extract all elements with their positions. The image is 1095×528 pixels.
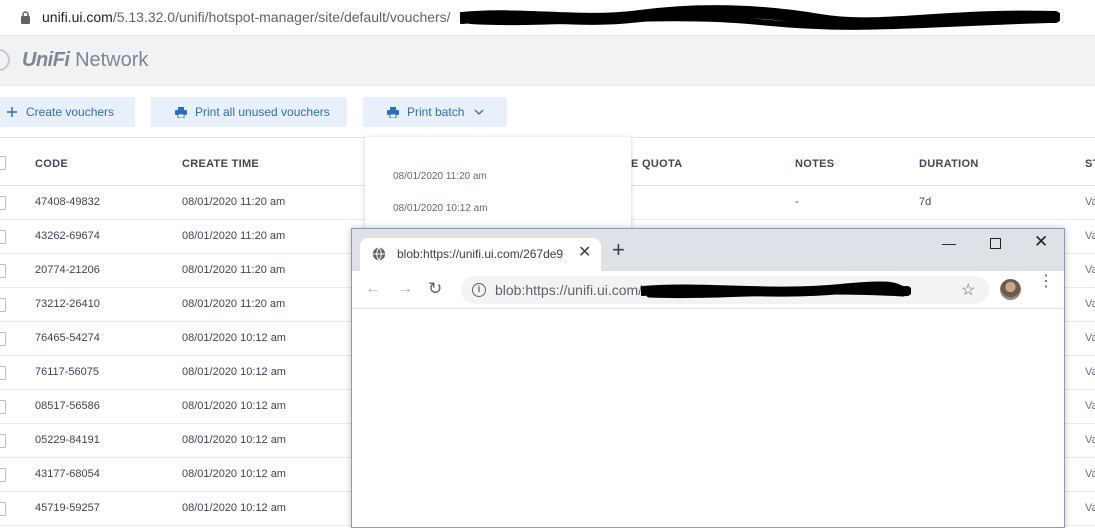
row-checkbox[interactable]: [0, 502, 6, 516]
voucher-code: 73212-26410: [35, 298, 100, 310]
col-status[interactable]: ST: [1085, 158, 1095, 170]
col-create-time[interactable]: CREATE TIME: [182, 158, 259, 170]
url-host: unifi.ui.com: [42, 9, 113, 25]
status-cell: Va: [1085, 434, 1095, 446]
status-cell: Va: [1085, 230, 1095, 242]
window-close-icon[interactable]: ✕: [1034, 232, 1048, 252]
voucher-toolbar: Create vouchers Print all unused voucher…: [0, 86, 1095, 136]
back-arrow-icon[interactable]: ←: [365, 280, 381, 298]
voucher-code: 08517-56586: [35, 400, 100, 412]
col-notes[interactable]: NOTES: [795, 158, 834, 170]
row-checkbox[interactable]: [0, 298, 6, 312]
popup-url: blob:https://unifi.ui.com/: [495, 282, 643, 298]
create-time: 08/01/2020 10:12 am: [182, 502, 286, 514]
row-checkbox[interactable]: [0, 400, 6, 414]
voucher-code: 45719-59257: [35, 502, 100, 514]
create-time: 08/01/2020 10:12 am: [182, 400, 286, 412]
new-tab-icon[interactable]: +: [612, 239, 625, 261]
logo-product: Network: [75, 49, 149, 71]
minimize-icon[interactable]: —: [942, 235, 956, 251]
row-checkbox[interactable]: [0, 434, 6, 448]
forward-arrow-icon[interactable]: →: [397, 280, 413, 298]
lock-icon: [21, 11, 30, 24]
create-vouchers-button[interactable]: Create vouchers: [0, 97, 135, 127]
select-all-checkbox[interactable]: [0, 156, 6, 170]
col-code[interactable]: CODE: [35, 158, 68, 170]
print-all-unused-button[interactable]: Print all unused vouchers: [151, 97, 347, 127]
maximize-icon[interactable]: [990, 238, 1001, 249]
voucher-code: 20774-21206: [35, 264, 100, 276]
status-cell: Va: [1085, 298, 1095, 310]
row-checkbox[interactable]: [0, 468, 6, 482]
print-batch-dropdown: 08/01/2020 11:20 am 08/01/2020 10:12 am: [365, 137, 631, 237]
info-icon[interactable]: i: [472, 283, 486, 297]
browser-tab[interactable]: blob:https://unifi.ui.com/267de9 ✕: [360, 238, 601, 271]
print-batch-button[interactable]: Print batch: [363, 97, 507, 127]
create-time: 08/01/2020 10:12 am: [182, 434, 286, 446]
url-text[interactable]: unifi.ui.com/5.13.32.0/unifi/hotspot-man…: [42, 9, 451, 25]
close-tab-icon[interactable]: ✕: [578, 242, 591, 262]
status-cell: Va: [1085, 366, 1095, 378]
create-time: 08/01/2020 10:12 am: [182, 468, 286, 480]
print-batch-label: Print batch: [407, 105, 465, 119]
star-icon[interactable]: ☆: [961, 280, 975, 300]
create-time: 08/01/2020 10:12 am: [182, 332, 286, 344]
create-time: 08/01/2020 11:20 am: [182, 298, 286, 310]
tab-strip: blob:https://unifi.ui.com/267de9 ✕ + — ✕: [352, 229, 1064, 271]
duration-cell: 7d: [919, 196, 932, 208]
status-cell: Va: [1085, 468, 1095, 480]
popup-browser-window[interactable]: blob:https://unifi.ui.com/267de9 ✕ + — ✕…: [351, 228, 1065, 528]
plus-icon: [6, 106, 18, 118]
app-header: UniFi Network: [0, 36, 1095, 86]
create-time: 08/01/2020 11:20 am: [182, 196, 286, 208]
voucher-code: 05229-84191: [35, 434, 100, 446]
status-cell: Va: [1085, 400, 1095, 412]
print-all-label: Print all unused vouchers: [195, 105, 330, 119]
create-time: 08/01/2020 10:12 am: [182, 366, 286, 378]
address-bar[interactable]: unifi.ui.com/5.13.32.0/unifi/hotspot-man…: [0, 0, 1095, 36]
row-checkbox[interactable]: [0, 196, 6, 210]
dropdown-item-batch[interactable]: 08/01/2020 11:20 am: [393, 171, 487, 182]
status-cell: Va: [1085, 264, 1095, 276]
redaction-scribble: [641, 281, 911, 299]
status-cell: Va: [1085, 196, 1095, 208]
more-menu-icon[interactable]: ⋮: [1038, 274, 1054, 290]
redaction-scribble: [460, 5, 1060, 30]
notes-cell: -: [795, 196, 799, 208]
voucher-code: 47408-49832: [35, 196, 100, 208]
voucher-code: 43262-69674: [35, 230, 100, 242]
omnibox[interactable]: i blob:https://unifi.ui.com/ ☆: [461, 276, 989, 304]
row-checkbox[interactable]: [0, 332, 6, 346]
avatar[interactable]: [1000, 279, 1021, 300]
row-checkbox[interactable]: [0, 230, 6, 244]
chevron-down-icon: [474, 109, 484, 115]
printer-icon: [175, 106, 187, 118]
globe-icon: [372, 247, 386, 261]
reload-icon[interactable]: ↻: [428, 279, 442, 299]
status-cell: Va: [1085, 332, 1095, 344]
row-checkbox[interactable]: [0, 264, 6, 278]
browser-toolbar: ← → ↻ i blob:https://unifi.ui.com/ ☆ ⋮: [352, 271, 1064, 309]
status-cell: Va: [1085, 502, 1095, 514]
app-logo[interactable]: UniFi Network: [22, 49, 148, 72]
dropdown-item-batch[interactable]: 08/01/2020 10:12 am: [393, 203, 488, 214]
create-time: 08/01/2020 11:20 am: [182, 230, 286, 242]
printer-icon: [387, 106, 399, 118]
logo-brand: UniFi: [22, 49, 70, 71]
create-time: 08/01/2020 11:20 am: [182, 264, 286, 276]
voucher-code: 76465-54274: [35, 332, 100, 344]
create-vouchers-label: Create vouchers: [26, 105, 115, 119]
voucher-code: 43177-68054: [35, 468, 100, 480]
col-quota[interactable]: E QUOTA: [631, 158, 682, 170]
url-path: /5.13.32.0/unifi/hotspot-manager/site/de…: [112, 9, 451, 25]
logo-icon: [0, 49, 10, 71]
tab-title: blob:https://unifi.ui.com/267de9: [397, 247, 564, 261]
row-checkbox[interactable]: [0, 366, 6, 380]
col-duration[interactable]: DURATION: [919, 158, 979, 170]
voucher-code: 76117-56075: [35, 366, 100, 378]
